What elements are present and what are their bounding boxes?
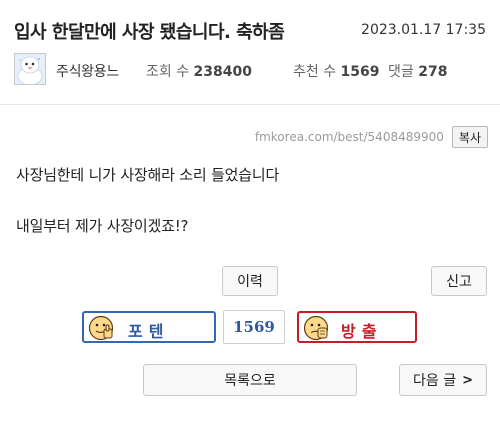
next-post-label: 다음 글 [413,373,457,389]
views-stat: 조회 수 238400 [146,61,252,81]
post-body-line: 사장님한테 니가 사장해라 소리 들었습니다 [16,166,280,184]
snowman-avatar-icon [15,54,45,84]
header-divider [0,104,500,105]
upvote-label: 포텐 [128,322,170,341]
chevron-right-icon: > [462,372,473,388]
face-hand-icon [303,315,329,341]
votes-label: 추천 수 [293,64,337,80]
report-button[interactable]: 신고 [431,266,487,296]
upvote-button[interactable]: 포텐 [82,311,216,343]
post-body-line: 내일부터 제가 사장이겠죠!? [16,217,189,235]
downvote-button[interactable]: 방출 [297,311,417,343]
next-post-button[interactable]: 다음 글 > [399,364,487,396]
post-url[interactable]: fmkorea.com/best/5408489900 [255,130,444,144]
post-header: 입사 한달만에 사장 됐습니다. 축하좀 2023.01.17 17:35 [14,18,490,44]
vote-count: 1569 [223,310,285,344]
views-count: 238400 [193,64,252,80]
back-to-list-button[interactable]: 목록으로 [143,364,357,396]
author-name[interactable]: 주식왕용느 [56,61,119,81]
face-thumb-icon [88,315,114,341]
history-button[interactable]: 이력 [222,266,278,296]
votes-stat: 추천 수 1569 [293,61,380,81]
comments-stat[interactable]: 댓글 278 [388,61,447,81]
downvote-label: 방출 [341,322,383,341]
post-title: 입사 한달만에 사장 됐습니다. 축하좀 [14,22,285,43]
comments-label: 댓글 [388,64,414,80]
views-label: 조회 수 [146,64,190,80]
avatar[interactable] [14,53,46,85]
votes-count: 1569 [340,64,380,80]
comments-count: 278 [418,64,448,80]
post-meta: 주식왕용느 조회 수 238400 추천 수 1569 댓글 278 [14,53,490,87]
post-url-row: fmkorea.com/best/5408489900 복사 [255,126,488,148]
copy-url-button[interactable]: 복사 [451,126,488,148]
post-date: 2023.01.17 17:35 [361,22,486,38]
